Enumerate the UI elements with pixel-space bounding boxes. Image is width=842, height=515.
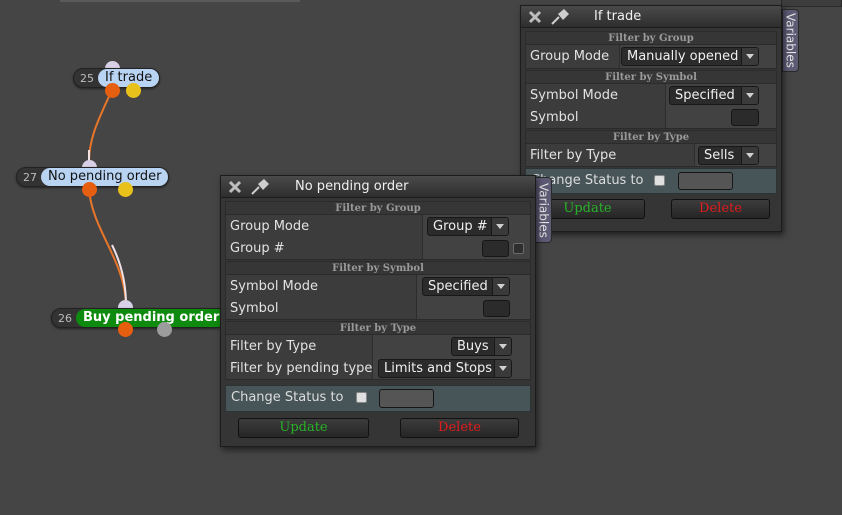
symbol-mode-label: Symbol Mode — [230, 278, 318, 294]
no-pending-symbol-section: Filter by Symbol Symbol Mode Specified S… — [225, 261, 531, 320]
group-mode-value: Group # — [433, 219, 488, 234]
chevron-down-icon — [741, 87, 758, 104]
edge-27-26-end — [111, 244, 127, 306]
if-trade-variables-tab[interactable]: Variables — [782, 9, 799, 72]
node-27-label: No pending order — [41, 168, 169, 186]
node-26-output-port-1[interactable] — [118, 322, 133, 337]
filter-type-label: Filter by Type — [530, 147, 617, 163]
no-pending-panel: No pending order Filter by Group Group M… — [220, 175, 536, 447]
pin-icon[interactable] — [249, 177, 271, 197]
pending-type-label: Filter by pending type — [230, 360, 373, 376]
symbol-input[interactable] — [483, 300, 510, 317]
pin-icon[interactable] — [549, 7, 571, 27]
pending-type-select[interactable]: Limits and Stops — [378, 359, 512, 378]
filter-type-select[interactable]: Sells — [698, 146, 759, 165]
symbol-mode-value: Specified — [428, 279, 488, 294]
no-pending-titlebar[interactable]: No pending order — [221, 176, 535, 198]
node-26-output-port-2[interactable] — [157, 322, 172, 337]
filter-type-value: Buys — [457, 339, 489, 354]
close-x-icon[interactable] — [227, 179, 243, 195]
edge-25-27 — [87, 89, 113, 167]
chevron-down-icon — [491, 218, 508, 235]
group-mode-select[interactable]: Manually opened — [621, 47, 759, 66]
chevron-down-icon — [492, 278, 509, 295]
change-status-checkbox[interactable] — [654, 175, 665, 186]
no-pending-variables-tab[interactable]: Variables — [535, 177, 552, 243]
chevron-down-icon — [494, 338, 511, 355]
if-trade-titlebar[interactable]: If trade — [521, 6, 781, 28]
node-26-label: Buy pending order — [76, 309, 227, 327]
node-25-id: 25 — [80, 71, 94, 85]
group-mode-label: Group Mode — [530, 49, 610, 64]
node-27-output-port-false[interactable] — [118, 182, 133, 197]
status-value-input[interactable] — [678, 172, 733, 190]
node-26-id: 26 — [58, 311, 72, 325]
symbol-label: Symbol — [230, 300, 279, 316]
delete-button[interactable]: Delete — [400, 418, 519, 438]
group-mode-value: Manually opened — [627, 49, 739, 64]
pending-type-value: Limits and Stops — [384, 361, 493, 376]
chevron-down-icon — [741, 48, 758, 65]
section-header: Filter by Symbol — [526, 71, 776, 84]
if-trade-group-section: Filter by Group Group Mode Manually open… — [525, 31, 777, 69]
no-pending-title: No pending order — [295, 179, 409, 194]
variables-tab-label: Variables — [536, 182, 551, 238]
group-number-label: Group # — [230, 240, 285, 256]
symbol-mode-select[interactable]: Specified — [422, 277, 510, 296]
node-25-output-port-false[interactable] — [126, 83, 141, 98]
group-mode-select[interactable]: Group # — [427, 217, 509, 236]
group-number-input[interactable] — [482, 240, 509, 257]
change-status-checkbox[interactable] — [356, 392, 367, 403]
section-header: Filter by Group — [526, 32, 776, 45]
update-button[interactable]: Update — [238, 418, 369, 438]
group-number-checkbox[interactable] — [513, 243, 524, 254]
variables-tab-label: Variables — [783, 13, 798, 68]
section-header: Filter by Group — [226, 202, 530, 215]
filter-type-label: Filter by Type — [230, 338, 317, 354]
delete-button[interactable]: Delete — [671, 199, 770, 219]
filter-type-value: Sells — [704, 148, 735, 163]
chevron-down-icon — [741, 147, 758, 164]
change-status-label: Change Status to — [231, 390, 344, 405]
section-header: Filter by Symbol — [226, 262, 530, 275]
filter-type-select[interactable]: Buys — [451, 337, 512, 356]
edge-27-26 — [88, 188, 127, 306]
node-25-output-port-true[interactable] — [105, 83, 120, 98]
no-pending-group-section: Filter by Group Group Mode Group # Group… — [225, 201, 531, 260]
section-header: Filter by Type — [226, 322, 530, 335]
if-trade-panel: If trade Filter by Group Group Mode Manu… — [520, 5, 782, 232]
symbol-mode-label: Symbol Mode — [530, 87, 618, 103]
no-pending-type-section: Filter by Type Filter by Type Buys Filte… — [225, 321, 531, 380]
group-mode-label: Group Mode — [230, 218, 310, 234]
section-header: Filter by Type — [526, 131, 776, 144]
symbol-label: Symbol — [530, 109, 579, 125]
status-value-input[interactable] — [379, 389, 434, 408]
if-trade-symbol-section: Filter by Symbol Symbol Mode Specified S… — [525, 70, 777, 129]
symbol-mode-value: Specified — [675, 88, 735, 103]
if-trade-title: If trade — [594, 9, 642, 24]
node-27-output-port-true[interactable] — [82, 182, 97, 197]
symbol-mode-select[interactable]: Specified — [669, 86, 759, 105]
node-buy-pending-order[interactable]: 26 Buy pending order — [51, 308, 228, 328]
no-pending-status-row: Change Status to — [225, 385, 531, 412]
if-trade-status-row: Change Status to — [525, 168, 777, 194]
close-x-icon[interactable] — [527, 9, 543, 25]
if-trade-type-section: Filter by Type Filter by Type Sells — [525, 130, 777, 167]
node-27-id: 27 — [23, 170, 37, 184]
symbol-input[interactable] — [731, 109, 759, 126]
chevron-down-icon — [494, 360, 511, 377]
